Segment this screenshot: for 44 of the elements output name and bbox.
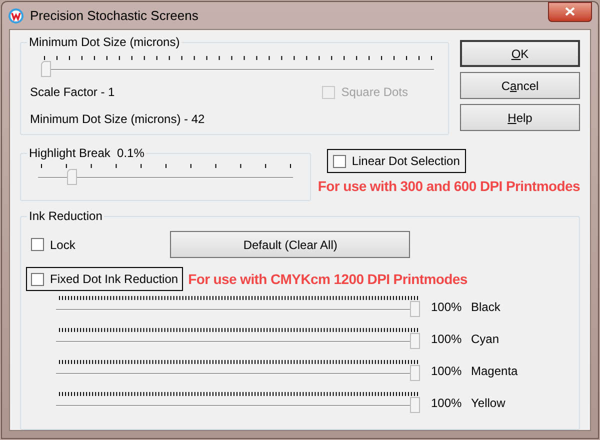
slider-thumb[interactable]: [410, 333, 420, 349]
checkbox[interactable]: [31, 238, 44, 251]
percent-text: 100%: [431, 298, 463, 316]
readout-text: Minimum Dot Size (microns) - 42: [30, 111, 206, 128]
app-logo-icon: [8, 8, 24, 24]
note-text: For use with 300 and 600 DPI Printmodes: [318, 177, 580, 196]
channel-label: Black: [471, 298, 500, 316]
group-label: Minimum Dot Size (microns): [27, 34, 182, 50]
dialog-button[interactable]: OK: [460, 40, 580, 67]
window-title: Precision Stochastic Screens: [30, 6, 198, 25]
channel-label: Yellow: [471, 394, 506, 412]
slider-track[interactable]: [56, 333, 420, 349]
checkbox-label: Lock: [50, 236, 76, 254]
close-button[interactable]: [548, 2, 592, 22]
dialog-button[interactable]: Cancel: [460, 72, 580, 99]
channel-label: Magenta: [471, 362, 518, 380]
percent-text: 100%: [431, 330, 463, 348]
fixed-dot-checkbox[interactable]: Fixed Dot Ink Reduction: [31, 270, 178, 288]
checkbox-label: Fixed Dot Ink Reduction: [50, 271, 178, 288]
slider-track[interactable]: [56, 365, 420, 381]
channel-label: Cyan: [471, 330, 500, 348]
default-button[interactable]: Default (Clear All): [170, 231, 410, 258]
dialog-button[interactable]: Help: [460, 104, 580, 131]
slider-track[interactable]: [56, 301, 420, 317]
slider-thumb[interactable]: [410, 365, 420, 381]
slider-thumb[interactable]: [410, 301, 420, 317]
percent-text: 100%: [431, 362, 463, 380]
linear-dot-checkbox[interactable]: Linear Dot Selection: [332, 152, 460, 170]
slider-track[interactable]: [41, 61, 434, 77]
slider-thumb[interactable]: [410, 397, 420, 413]
note-text: For use with CMYKcm 1200 DPI Printmodes: [188, 270, 468, 288]
scale-factor-text: Scale Factor - 1: [30, 84, 115, 101]
checkbox[interactable]: [332, 154, 346, 168]
checkbox[interactable]: [31, 272, 44, 286]
slider-thumb[interactable]: [67, 169, 78, 185]
slider-thumb[interactable]: [41, 61, 51, 77]
checkbox-label: Square Dots: [341, 84, 408, 101]
close-icon: [565, 7, 575, 16]
lock-checkbox[interactable]: Lock: [31, 236, 76, 254]
percent-text: 100%: [431, 394, 463, 412]
checkbox-label: Linear Dot Selection: [352, 153, 460, 170]
group-label: Highlight Break 0.1%: [27, 145, 146, 161]
slider-track[interactable]: [38, 169, 293, 185]
slider-track[interactable]: [56, 397, 420, 413]
